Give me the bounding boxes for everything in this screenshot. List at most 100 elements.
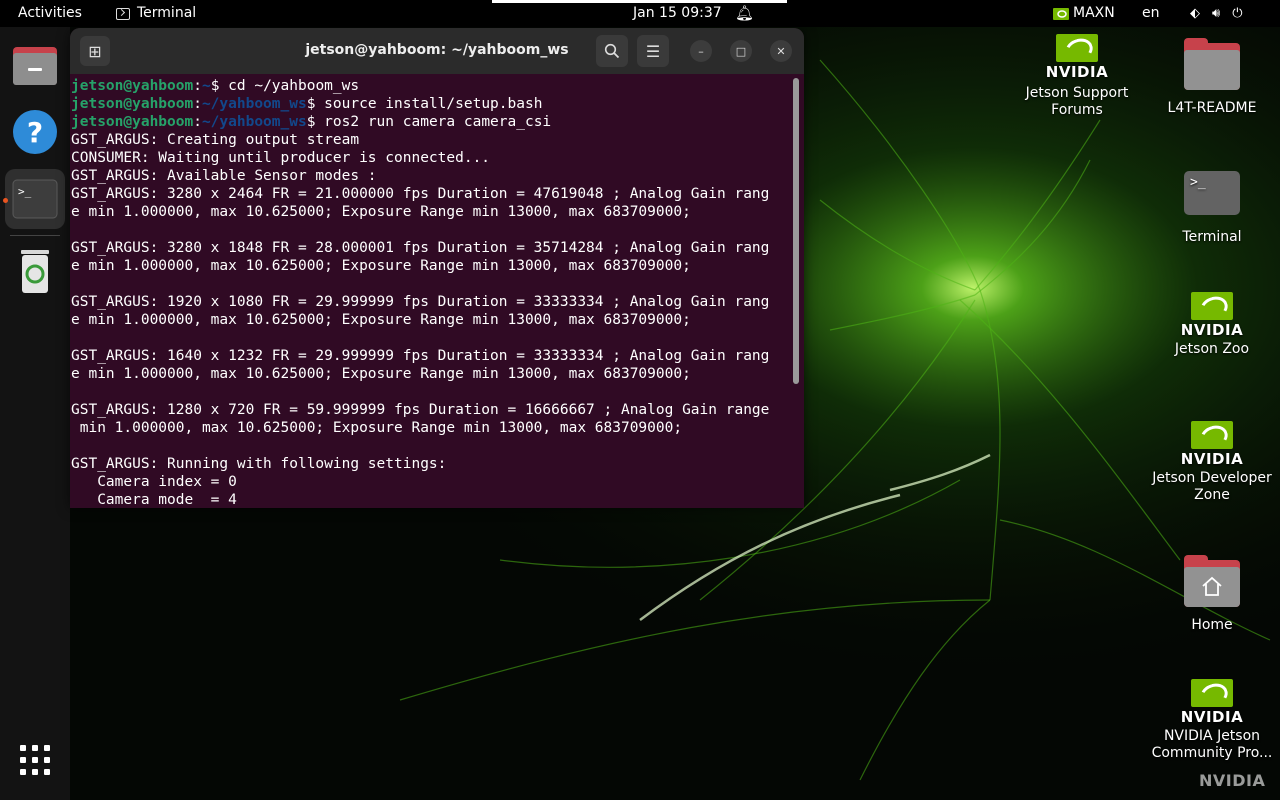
show-apps-icon xyxy=(20,745,50,775)
prompt-path: ~/yahboom_ws xyxy=(201,114,307,130)
top-bar: Activities Terminal Jan 15 09:37 🔔︎ MAXN… xyxy=(0,0,1280,27)
desktop-icon-jetson-developer-zone[interactable]: NVIDIA Jetson Developer Zone xyxy=(1147,421,1277,504)
terminal-icon: >_ xyxy=(1184,171,1240,215)
help-icon: ? xyxy=(13,110,57,154)
output-line: GST_ARGUS: 3280 x 1848 FR = 28.000001 fp… xyxy=(71,240,770,256)
terminal-window[interactable]: ⊞ jetson@yahboom: ~/yahboom_ws ☰ – □ ✕ j… xyxy=(70,28,804,508)
power-icon: ⏻ xyxy=(1232,6,1243,21)
desktop-icon-terminal[interactable]: >_ Terminal xyxy=(1147,171,1277,246)
terminal-small-icon xyxy=(116,7,130,20)
dock: ? >_ xyxy=(0,27,70,800)
files-icon xyxy=(13,47,57,85)
output-line: e min 1.000000, max 10.625000; Exposure … xyxy=(71,366,691,382)
menu-button[interactable]: ☰ xyxy=(637,35,669,67)
desktop-icon-jetson-zoo[interactable]: NVIDIA Jetson Zoo xyxy=(1147,292,1277,358)
terminal-icon: >_ xyxy=(12,179,58,219)
system-tray[interactable]: ⬖ 🔊︎ ⏻ xyxy=(1190,0,1243,27)
desktop-icon-label: L4T-README xyxy=(1167,100,1257,116)
network-icon: ⬖ xyxy=(1190,6,1200,21)
home-folder-icon xyxy=(1184,555,1240,607)
desktop-icon-nvidia-jetson-community[interactable]: NVIDIA NVIDIA Jetson Community Pro... xyxy=(1147,679,1277,762)
close-icon: ✕ xyxy=(776,44,786,58)
prompt-user: jetson@yahboom xyxy=(71,78,194,94)
terminal-output[interactable]: jetson@yahboom:~$ cd ~/yahboom_ws jetson@… xyxy=(71,74,789,508)
hamburger-icon: ☰ xyxy=(645,41,661,61)
nvidia-logo-icon: NVIDIA xyxy=(1147,292,1277,339)
output-line: GST_ARGUS: Creating output stream xyxy=(71,132,360,148)
dock-files[interactable] xyxy=(5,37,65,97)
dock-terminal[interactable]: >_ xyxy=(5,169,65,229)
desktop-icon-label: Jetson Zoo xyxy=(1174,341,1250,357)
power-mode-indicator[interactable]: MAXN xyxy=(1053,0,1115,27)
top-stripe xyxy=(492,0,787,3)
app-menu[interactable]: Terminal xyxy=(116,0,196,27)
volume-icon: 🔊︎ xyxy=(1212,6,1221,21)
desktop-icon-l4t-readme[interactable]: L4T-README xyxy=(1147,38,1277,117)
desktop-icon-label: Jetson Developer Zone xyxy=(1152,470,1272,503)
prompt-path: ~ xyxy=(201,78,211,94)
bell-icon[interactable]: 🔔︎ xyxy=(735,0,754,27)
output-line: e min 1.000000, max 10.625000; Exposure … xyxy=(71,204,691,220)
scrollbar[interactable] xyxy=(793,78,799,384)
language-indicator[interactable]: en xyxy=(1142,0,1160,27)
folder-icon xyxy=(1184,38,1240,90)
prompt-user: jetson@yahboom xyxy=(71,96,194,112)
search-icon xyxy=(604,43,620,59)
new-tab-icon: ⊞ xyxy=(88,41,102,61)
nvidia-logo-icon: NVIDIA xyxy=(1147,421,1277,468)
maximize-button[interactable]: □ xyxy=(730,40,752,62)
output-line: Camera index = 0 xyxy=(71,474,237,490)
maximize-icon: □ xyxy=(735,44,747,58)
dock-trash[interactable] xyxy=(5,240,65,300)
dock-separator xyxy=(10,235,60,236)
prompt-line: jetson@yahboom:~/yahboom_ws$ ros2 run ca… xyxy=(71,114,552,130)
nvidia-watermark: NVIDIA xyxy=(1199,771,1266,790)
minimize-button[interactable]: – xyxy=(690,40,712,62)
prompt-line: jetson@yahboom:~$ cd ~/yahboom_ws xyxy=(71,78,360,94)
prompt-line: jetson@yahboom:~/yahboom_ws$ source inst… xyxy=(71,96,543,112)
output-line: e min 1.000000, max 10.625000; Exposure … xyxy=(71,258,691,274)
prompt-user: jetson@yahboom xyxy=(71,114,194,130)
new-tab-button[interactable]: ⊞ xyxy=(80,36,110,66)
trash-icon xyxy=(21,250,49,293)
minimize-icon: – xyxy=(698,44,704,58)
search-button[interactable] xyxy=(596,35,628,67)
prompt-command: source install/setup.bash xyxy=(315,96,543,112)
output-line: GST_ARGUS: 1640 x 1232 FR = 29.999999 fp… xyxy=(71,348,770,364)
prompt-command: cd ~/yahboom_ws xyxy=(219,78,360,94)
app-menu-label: Terminal xyxy=(137,5,197,21)
output-line: e min 1.000000, max 10.625000; Exposure … xyxy=(71,312,691,328)
output-line: GST_ARGUS: 3280 x 2464 FR = 21.000000 fp… xyxy=(71,186,770,202)
output-line: Camera mode = 4 xyxy=(71,492,237,508)
svg-text:?: ? xyxy=(27,116,43,149)
desktop-icon-label: Jetson Support Forums xyxy=(1025,85,1129,118)
output-line: GST_ARGUS: Running with following settin… xyxy=(71,456,447,472)
nvidia-small-icon xyxy=(1053,7,1069,20)
power-mode-label: MAXN xyxy=(1073,5,1115,21)
running-indicator xyxy=(3,198,8,203)
close-button[interactable]: ✕ xyxy=(770,40,792,62)
desktop-icon-label: Home xyxy=(1191,617,1233,633)
terminal-header-bar[interactable]: ⊞ jetson@yahboom: ~/yahboom_ws ☰ – □ ✕ xyxy=(70,28,804,74)
output-line: min 1.000000, max 10.625000; Exposure Ra… xyxy=(71,420,683,436)
desktop-icon-jetson-support-forums[interactable]: NVIDIA Jetson Support Forums xyxy=(1012,34,1142,119)
svg-text:>_: >_ xyxy=(18,185,32,198)
clock[interactable]: Jan 15 09:37 xyxy=(633,0,722,27)
desktop-icon-label: Terminal xyxy=(1182,229,1242,245)
output-line: GST_ARGUS: Available Sensor modes : xyxy=(71,168,377,184)
prompt-path: ~/yahboom_ws xyxy=(201,96,307,112)
prompt-command: ros2 run camera camera_csi xyxy=(315,114,552,130)
nvidia-logo-icon: NVIDIA xyxy=(1012,34,1142,81)
desktop-icon-label: NVIDIA Jetson Community Pro... xyxy=(1151,728,1273,761)
output-line: CONSUMER: Waiting until producer is conn… xyxy=(71,150,491,166)
dock-show-apps[interactable] xyxy=(5,730,65,790)
dock-help[interactable]: ? xyxy=(5,102,65,162)
activities-button[interactable]: Activities xyxy=(18,0,82,27)
desktop-icon-home[interactable]: Home xyxy=(1147,555,1277,634)
output-line: GST_ARGUS: 1920 x 1080 FR = 29.999999 fp… xyxy=(71,294,770,310)
